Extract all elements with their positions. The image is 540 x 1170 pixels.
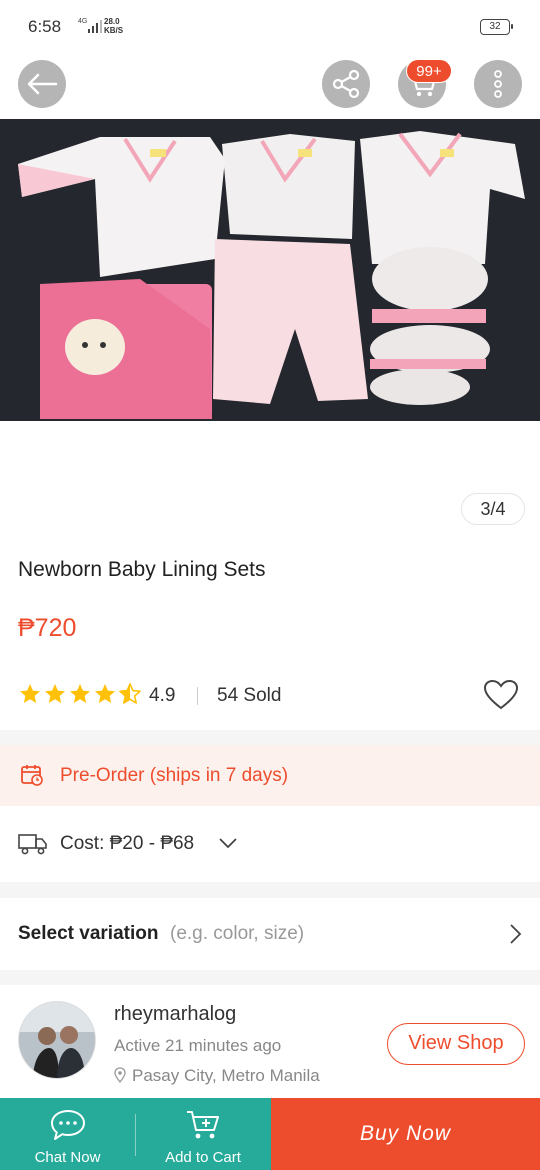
shop-name[interactable]: rheymarhalog — [114, 1003, 236, 1026]
section-divider — [0, 730, 540, 745]
product-price: ₱720 — [18, 614, 77, 642]
product-title: Newborn Baby Lining Sets — [18, 558, 266, 581]
network-type: 4G — [78, 18, 88, 25]
heart-icon[interactable] — [483, 679, 519, 711]
preorder-text: Pre-Order (ships in 7 days) — [60, 765, 289, 786]
location-pin-icon — [114, 1067, 126, 1083]
rating-row: 4.9 54 Sold — [18, 679, 522, 711]
cart-badge: 99+ — [406, 59, 452, 83]
speed-unit: KB/S — [104, 26, 124, 35]
half-star-icon — [119, 683, 141, 704]
image-counter: 3/4 — [461, 493, 525, 525]
section-divider — [0, 970, 540, 985]
star-icon — [95, 684, 115, 703]
network-speed: 28.0 KB/S — [104, 17, 123, 35]
status-time: 6:58 — [28, 17, 62, 36]
arrow-left-icon — [27, 73, 58, 95]
select-variation-row[interactable]: Select variation (e.g. color, size) — [0, 898, 540, 970]
truck-icon — [18, 834, 47, 855]
product-photo[interactable] — [0, 119, 540, 421]
bottom-action-bar: Chat Now Add to Cart Buy Now — [0, 1098, 540, 1170]
product-page: 3/4 6:58 4G 28.0 KB/S 32 99+ Newborn Bab… — [0, 0, 540, 1170]
more-vertical-icon — [494, 70, 502, 98]
rating-stars — [18, 682, 142, 708]
add-to-cart-label: Add to Cart — [165, 1149, 241, 1166]
calendar-clock-icon — [21, 765, 43, 786]
star-icon — [70, 684, 90, 703]
share-button[interactable] — [322, 60, 370, 108]
section-divider — [0, 882, 540, 898]
shop-active-status: Active 21 minutes ago — [114, 1036, 282, 1055]
chevron-down-icon[interactable] — [219, 837, 237, 849]
more-button[interactable] — [474, 60, 522, 108]
buy-now-button[interactable]: Buy Now — [271, 1098, 540, 1170]
product-gallery[interactable]: 3/4 — [0, 0, 540, 540]
chevron-right-icon — [510, 924, 522, 944]
shop-avatar[interactable] — [18, 1001, 96, 1079]
variation-hint: (e.g. color, size) — [170, 923, 305, 944]
star-icon — [45, 684, 65, 703]
add-cart-icon — [187, 1111, 219, 1139]
view-shop-button[interactable]: View Shop — [387, 1023, 525, 1065]
battery-icon: 32 — [480, 19, 513, 35]
shipping-cost: Cost: ₱20 - ₱68 — [60, 833, 195, 854]
chat-now-label: Chat Now — [34, 1149, 101, 1166]
sold-count: 54 Sold — [217, 685, 282, 706]
signal-icon — [88, 20, 102, 33]
share-icon — [332, 69, 360, 99]
speed-value: 28.0 — [104, 17, 120, 26]
rating-value: 4.9 — [149, 685, 176, 706]
star-icon — [20, 684, 40, 703]
chat-now-button[interactable]: Chat Now — [0, 1098, 135, 1170]
shop-card: rheymarhalog Active 21 minutes ago Pasay… — [0, 985, 540, 1100]
status-bar: 6:58 4G 28.0 KB/S 32 — [0, 0, 540, 54]
back-button[interactable] — [18, 60, 66, 108]
variation-label: Select variation — [18, 923, 159, 944]
shipping-row[interactable]: Cost: ₱20 - ₱68 — [0, 806, 540, 882]
chat-icon — [50, 1110, 85, 1140]
separator — [197, 687, 198, 705]
preorder-banner: Pre-Order (ships in 7 days) — [0, 745, 540, 806]
shop-location: Pasay City, Metro Manila — [132, 1066, 320, 1085]
add-to-cart-button[interactable]: Add to Cart — [135, 1098, 271, 1170]
